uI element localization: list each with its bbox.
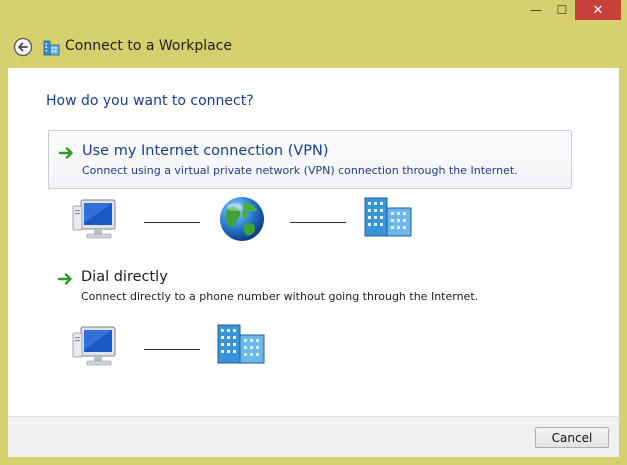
dialog-footer: Cancel — [8, 416, 619, 457]
globe-icon — [220, 197, 264, 241]
option-vpn-title: Use my Internet connection (VPN) — [82, 143, 329, 159]
option-dial-title: Dial directly — [81, 269, 168, 285]
dialog-content: How do you want to connect? Use my Inter… — [8, 68, 619, 416]
close-button[interactable]: ✕ — [575, 0, 621, 20]
vpn-diagram — [8, 193, 619, 243]
dial-diagram — [8, 320, 619, 370]
page-question: How do you want to connect? — [46, 93, 254, 109]
green-arrow-icon — [58, 273, 72, 285]
connector-line — [290, 222, 346, 223]
dialog-header: Connect to a Workplace — [8, 30, 619, 66]
minimize-button[interactable]: — — [523, 0, 549, 20]
workplace-icon — [43, 40, 60, 56]
computer-icon — [72, 326, 116, 366]
option-dial-directly[interactable]: Dial directly Connect directly to a phon… — [48, 257, 572, 316]
option-dial-description: Connect directly to a phone number witho… — [81, 290, 479, 303]
green-arrow-icon — [59, 147, 73, 159]
connector-line — [144, 349, 200, 350]
computer-icon — [72, 199, 116, 239]
caption-buttons: — ☐ ✕ — [523, 0, 621, 22]
dialog-window: — ☐ ✕ Connect to a Workplace How do you … — [0, 0, 627, 465]
connector-line — [144, 222, 200, 223]
dialog-title: Connect to a Workplace — [65, 38, 232, 54]
maximize-button[interactable]: ☐ — [549, 0, 575, 20]
workplace-building-icon — [217, 324, 265, 364]
option-vpn[interactable]: Use my Internet connection (VPN) Connect… — [48, 130, 572, 189]
workplace-building-icon — [364, 197, 412, 237]
cancel-button[interactable]: Cancel — [535, 427, 609, 448]
option-vpn-description: Connect using a virtual private network … — [82, 164, 518, 177]
back-arrow-icon[interactable] — [13, 37, 33, 57]
